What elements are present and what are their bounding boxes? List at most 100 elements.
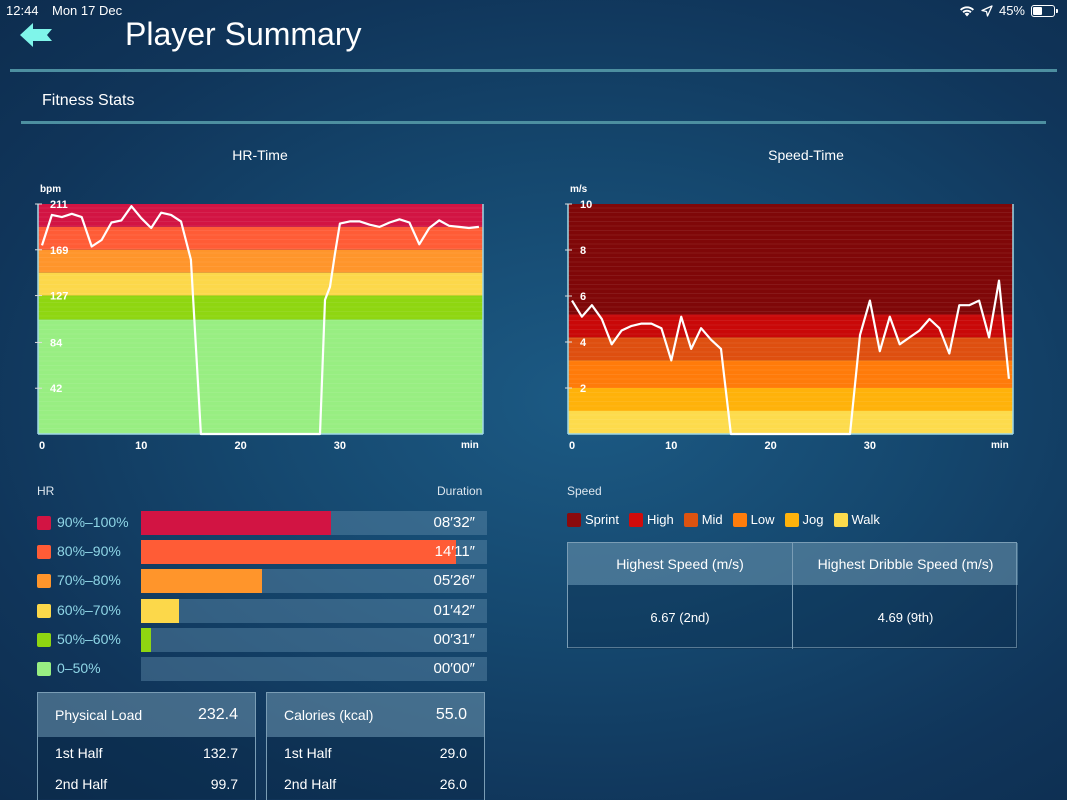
zone-duration-fill — [141, 540, 456, 565]
zone-label: 0–50% — [57, 660, 101, 676]
calories-row: 1st Half 29.0 — [267, 737, 484, 768]
hr-y-tick-label: 211 — [50, 199, 68, 211]
hr-zone-row: 0–50% 00′00″ — [37, 657, 487, 681]
hr-x-unit: min — [461, 440, 479, 451]
zone-duration: 05′26″ — [433, 572, 476, 590]
zone-duration-bar: 00′31″ — [141, 627, 487, 652]
legend-item-mid: Mid — [683, 512, 723, 527]
zone-duration-fill — [141, 627, 152, 652]
row-value: 26.0 — [439, 775, 467, 792]
legend-label: Mid — [701, 512, 723, 527]
speed-x-tick-label: 20 — [764, 440, 776, 452]
legend-swatch — [628, 512, 643, 527]
hr-y-unit: bpm — [40, 184, 61, 195]
legend-swatch — [833, 512, 848, 527]
zone-duration: 14′11″ — [434, 543, 475, 561]
charts-canvas: bpm min 42 84 127 169 211 0 10 20 30 m/s min 2 4 6 8 10 0 1… — [35, 184, 1014, 452]
speed-y-tick-label: 4 — [580, 337, 587, 349]
legend-swatch — [784, 512, 799, 527]
hr-zone-row: 70%–80% 05′26″ — [37, 569, 487, 594]
physical-load-total: 232.4 — [197, 706, 238, 723]
legend-swatch — [567, 512, 581, 527]
legend-label: Sprint — [585, 512, 619, 527]
legend-item-high: High — [628, 512, 674, 527]
calories-label: Calories (kcal) — [284, 707, 374, 723]
hr-x-tick-label: 0 — [39, 440, 45, 452]
speed-y-unit: m/s — [570, 184, 588, 195]
legend-swatch — [732, 512, 747, 527]
zone-duration: 08′32″ — [433, 514, 476, 531]
speed-x-unit: min — [991, 440, 1009, 451]
calories-header: Calories (kcal) 55.0 — [267, 693, 484, 737]
hr-x-tick-label: 10 — [135, 440, 147, 452]
hr-zone-row: 50%–60% 00′31″ — [37, 627, 487, 652]
legend-item-walk: Walk — [833, 512, 880, 527]
zone-color-swatch — [37, 574, 51, 589]
zone-color-swatch — [37, 516, 51, 530]
legend-label: Walk — [851, 512, 880, 527]
highest-speed-value: 6.67 (2nd) — [568, 585, 793, 649]
zone-color-swatch — [37, 545, 51, 560]
physical-load-row: 2nd Half 99.7 — [38, 768, 255, 799]
zone-label: 70%–80% — [57, 572, 121, 589]
zone-duration-fill — [141, 511, 332, 535]
zone-duration: 00′00″ — [433, 660, 476, 677]
physical-load-row: 1st Half 132.7 — [38, 737, 255, 768]
speed-x-tick-label: 10 — [665, 440, 677, 452]
zone-duration-bar: 00′00″ — [141, 657, 487, 681]
legend-item-low: Low — [732, 512, 775, 527]
hr-zone-band — [38, 319, 483, 434]
row-label: 2nd Half — [284, 775, 337, 792]
hr-zones-header: HR — [37, 484, 55, 498]
legend-label: Jog — [802, 512, 824, 527]
physical-load-label: Physical Load — [55, 707, 143, 723]
speed-header: Speed — [567, 484, 602, 498]
zone-duration-fill — [141, 569, 263, 594]
row-label: 2nd Half — [55, 775, 108, 792]
calories-total: 55.0 — [435, 706, 467, 723]
zone-color-swatch — [37, 603, 51, 618]
zone-duration-bar: 01′42″ — [141, 598, 487, 623]
zone-label: 60%–70% — [57, 601, 121, 618]
calories-card: Calories (kcal) 55.0 1st Half 29.0 2nd H… — [266, 692, 485, 800]
hr-y-tick-label: 169 — [50, 245, 68, 257]
speed-y-tick-label: 8 — [580, 245, 586, 257]
row-value: 132.7 — [202, 744, 238, 761]
zone-duration-bar: 14′11″ — [141, 540, 487, 565]
hr-y-tick-label: 42 — [50, 383, 62, 395]
speed-x-tick-label: 30 — [864, 440, 876, 452]
legend-item-jog: Jog — [784, 512, 824, 527]
zone-color-swatch — [37, 662, 51, 676]
row-value: 29.0 — [439, 744, 467, 761]
row-label: 1st Half — [284, 744, 332, 761]
zone-label: 80%–90% — [57, 543, 121, 560]
speed-x-tick-label: 0 — [569, 440, 575, 452]
hr-x-tick-label: 20 — [234, 440, 246, 452]
duration-header: Duration — [437, 484, 483, 498]
speed-y-tick-label: 2 — [580, 383, 586, 395]
speed-chart: m/s min 2 4 6 8 10 0 10 20 30 — [565, 184, 1014, 452]
hr-zone-row: 60%–70% 01′42″ — [37, 598, 487, 623]
zone-label: 50%–60% — [57, 630, 121, 647]
zone-duration-bar: 05′26″ — [141, 569, 487, 594]
hr-zone-row: 80%–90% 14′11″ — [37, 540, 487, 565]
calories-row: 2nd Half 26.0 — [267, 768, 484, 799]
physical-load-card: Physical Load 232.4 1st Half 132.7 2nd H… — [37, 692, 256, 800]
legend-label: High — [646, 512, 674, 527]
hr-y-tick-label: 127 — [50, 291, 68, 303]
row-label: 1st Half — [55, 744, 103, 761]
speed-zone-band — [568, 388, 1013, 411]
zone-duration: 00′31″ — [433, 630, 476, 648]
hr-y-tick-label: 84 — [50, 337, 63, 349]
hr-zone-row: 90%–100% 08′32″ — [37, 511, 487, 535]
zone-duration-fill — [141, 598, 180, 623]
speed-y-tick-label: 10 — [580, 199, 592, 211]
zone-duration: 01′42″ — [433, 601, 476, 619]
legend-item-sprint: Sprint — [567, 512, 619, 527]
zone-duration-bar: 08′32″ — [141, 511, 487, 535]
highest-dribble-speed-value: 4.69 (9th) — [793, 585, 1018, 649]
speed-table: Highest Speed (m/s) Highest Dribble Spee… — [567, 542, 1018, 649]
hr-chart: bpm min 42 84 127 169 211 0 10 20 30 — [35, 184, 484, 452]
zone-color-swatch — [37, 632, 51, 647]
zone-label: 90%–100% — [57, 514, 129, 530]
